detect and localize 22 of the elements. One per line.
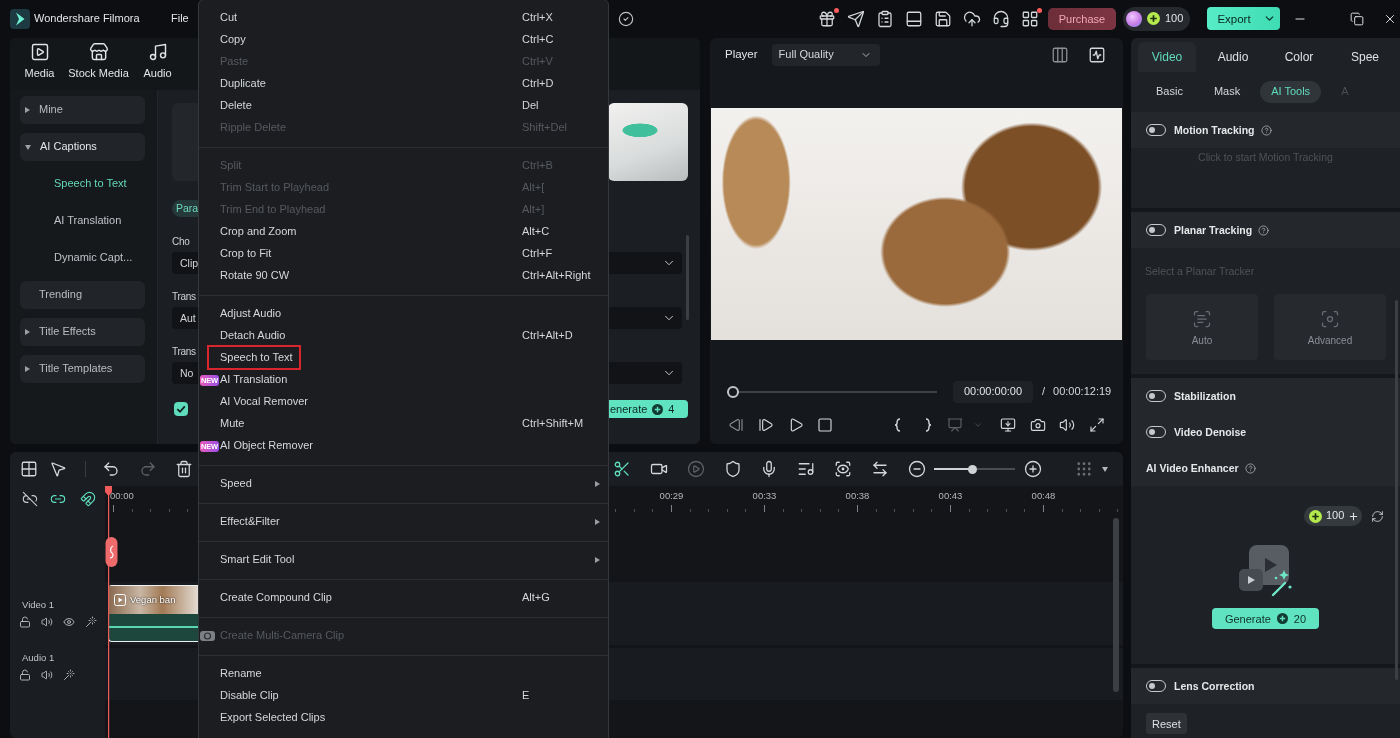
time-label: 00:48 xyxy=(1031,490,1056,501)
field-label: Trans xyxy=(172,345,196,358)
track-label: Audio 1 xyxy=(22,652,55,663)
setting-label: Lens Correction xyxy=(1174,679,1255,693)
time-label: 00:33 xyxy=(752,490,777,501)
field-label: Cho xyxy=(172,235,190,248)
time-label: 00:43 xyxy=(938,490,963,501)
time-label: 00:00 xyxy=(110,490,134,501)
time-label: 00:38 xyxy=(845,490,870,501)
setting-label: AI Video Enhancer xyxy=(1146,461,1239,475)
time-separator: / xyxy=(1042,385,1046,399)
setting-label: Stabilization xyxy=(1174,389,1236,403)
setting-label: Video Denoise xyxy=(1174,425,1247,439)
field-label: Trans xyxy=(172,290,196,303)
time-label: 00:29 xyxy=(659,490,684,501)
setting-label: Motion Tracking xyxy=(1174,123,1255,137)
app-title: Wondershare Filmora xyxy=(34,11,140,26)
setting-label: Planar Tracking xyxy=(1174,223,1253,237)
total-time: 00:00:12:19 xyxy=(1053,385,1112,399)
panel-title: Player xyxy=(725,48,758,62)
track-label: Video 1 xyxy=(22,599,55,610)
clip-title: Vegan ban xyxy=(130,594,176,606)
